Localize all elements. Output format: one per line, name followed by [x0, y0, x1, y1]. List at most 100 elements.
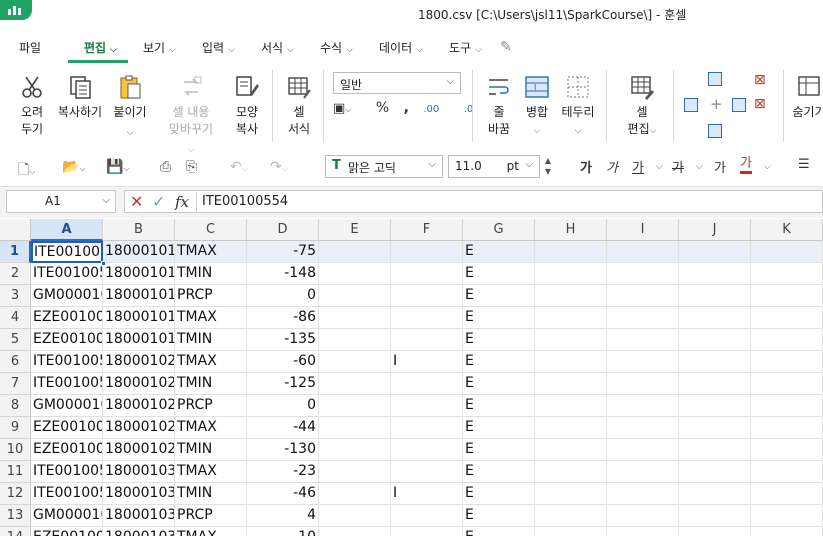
cell-d[interactable]: -135	[247, 329, 319, 351]
cell-b[interactable]: 18000101	[103, 329, 175, 351]
cell-c[interactable]: TMIN	[175, 373, 247, 395]
cell-a[interactable]: GM000010	[31, 395, 103, 417]
increase-decimal-button[interactable]: .00	[423, 104, 449, 115]
cell-g[interactable]: E	[463, 329, 535, 351]
cell-edit-button[interactable]: 셀 편집⌵	[624, 74, 660, 140]
cell-d[interactable]: -44	[247, 417, 319, 439]
border-button[interactable]: 테두리 ⌵	[560, 74, 596, 140]
row-header[interactable]: 10	[0, 439, 31, 461]
italic-button[interactable]: 가	[606, 157, 618, 176]
cell-f[interactable]	[391, 461, 463, 483]
copy-button[interactable]: 복사하기	[56, 74, 104, 121]
cell-h[interactable]	[535, 241, 607, 263]
cell-b[interactable]: 18000102	[103, 395, 175, 417]
cell-a[interactable]: EZE001000	[31, 527, 103, 536]
cell-c[interactable]: TMIN	[175, 483, 247, 505]
cell-k[interactable]	[751, 351, 823, 373]
cell-i[interactable]	[607, 527, 679, 536]
cell-g[interactable]: E	[463, 241, 535, 263]
cell-j[interactable]	[679, 461, 751, 483]
cell-f[interactable]	[391, 395, 463, 417]
cell-k[interactable]	[751, 241, 823, 263]
row-header[interactable]: 12	[0, 483, 31, 505]
column-header-k[interactable]: K	[751, 219, 823, 241]
cell-f[interactable]	[391, 241, 463, 263]
cell-j[interactable]	[679, 417, 751, 439]
menu-formula[interactable]: 수식 ⌵	[320, 39, 353, 56]
number-format-select[interactable]: 일반 ⌵	[333, 72, 461, 94]
cell-g[interactable]: E	[463, 373, 535, 395]
cell-a[interactable]: EZE001000	[31, 329, 103, 351]
cell-d[interactable]: -148	[247, 263, 319, 285]
delete-col-icon[interactable]: ⊠	[754, 96, 766, 112]
hide-button[interactable]: 숨기기	[789, 74, 823, 121]
column-header-b[interactable]: B	[103, 219, 175, 241]
row-header[interactable]: 8	[0, 395, 31, 417]
cell-i[interactable]	[607, 461, 679, 483]
column-header-d[interactable]: D	[247, 219, 319, 241]
cell-e[interactable]	[319, 373, 391, 395]
cell-h[interactable]	[535, 527, 607, 536]
cell-j[interactable]	[679, 241, 751, 263]
menu-insert[interactable]: 입력 ⌵	[202, 39, 235, 56]
cell-c[interactable]: TMAX	[175, 307, 247, 329]
cell-e[interactable]	[319, 351, 391, 373]
cell-e[interactable]	[319, 483, 391, 505]
underline-dropdown-icon[interactable]: ⌵	[656, 162, 663, 172]
cell-f[interactable]	[391, 329, 463, 351]
fill-handle[interactable]	[101, 261, 106, 266]
cell-k[interactable]	[751, 439, 823, 461]
cell-b[interactable]: 18000103	[103, 505, 175, 527]
cell-j[interactable]	[679, 307, 751, 329]
cell-j[interactable]	[679, 329, 751, 351]
cell-h[interactable]	[535, 461, 607, 483]
strikethrough-button[interactable]: 가	[672, 157, 684, 176]
cell-a[interactable]: GM000010	[31, 285, 103, 307]
font-name-select[interactable]: T 맑은 고딕 ⌵	[325, 155, 443, 178]
undo-icon[interactable]: ↶⌵	[230, 159, 248, 175]
cell-i[interactable]	[607, 439, 679, 461]
column-header-c[interactable]: C	[175, 219, 247, 241]
cell-i[interactable]	[607, 351, 679, 373]
cell-c[interactable]: TMAX	[175, 351, 247, 373]
cell-b[interactable]: 18000102	[103, 373, 175, 395]
cell-d[interactable]: -130	[247, 439, 319, 461]
comma-button[interactable]: ,	[404, 100, 409, 116]
cell-b[interactable]: 18000101	[103, 307, 175, 329]
cell-e[interactable]	[319, 505, 391, 527]
font-size-spinner[interactable]: ▲ ▼	[542, 155, 554, 178]
cell-d[interactable]: -46	[247, 483, 319, 505]
column-header-h[interactable]: H	[535, 219, 607, 241]
cell-f[interactable]	[391, 373, 463, 395]
cell-c[interactable]: TMAX	[175, 527, 247, 536]
cell-k[interactable]	[751, 483, 823, 505]
cell-i[interactable]	[607, 395, 679, 417]
print-preview-icon[interactable]: ⎘	[186, 159, 197, 175]
cell-e[interactable]	[319, 527, 391, 536]
menu-data[interactable]: 데이터 ⌵	[379, 39, 423, 56]
cell-g[interactable]: E	[463, 439, 535, 461]
cell-h[interactable]	[535, 483, 607, 505]
align-left-icon[interactable]: ☰	[798, 157, 810, 172]
cell-d[interactable]: -10	[247, 527, 319, 536]
cell-k[interactable]	[751, 527, 823, 536]
column-header-g[interactable]: G	[463, 219, 535, 241]
select-all-corner[interactable]	[0, 219, 31, 241]
cell-g[interactable]: E	[463, 505, 535, 527]
cell-h[interactable]	[535, 395, 607, 417]
row-header[interactable]: 4	[0, 307, 31, 329]
cell-h[interactable]	[535, 263, 607, 285]
cell-i[interactable]	[607, 329, 679, 351]
cell-c[interactable]: PRCP	[175, 395, 247, 417]
plus-icon[interactable]: +	[710, 95, 723, 113]
cell-f[interactable]	[391, 439, 463, 461]
row-header[interactable]: 5	[0, 329, 31, 351]
paste-button[interactable]: 붙이기 ⌵	[110, 74, 150, 142]
font-color-button[interactable]: 가	[740, 157, 752, 174]
delete-row-icon[interactable]: ⊠	[754, 72, 766, 88]
cell-d[interactable]: -75	[247, 241, 319, 263]
bold-button[interactable]: 가	[580, 157, 592, 176]
cell-format-button[interactable]: 셀 서식	[282, 74, 316, 138]
cell-f[interactable]: I	[391, 483, 463, 505]
cell-f[interactable]	[391, 527, 463, 536]
